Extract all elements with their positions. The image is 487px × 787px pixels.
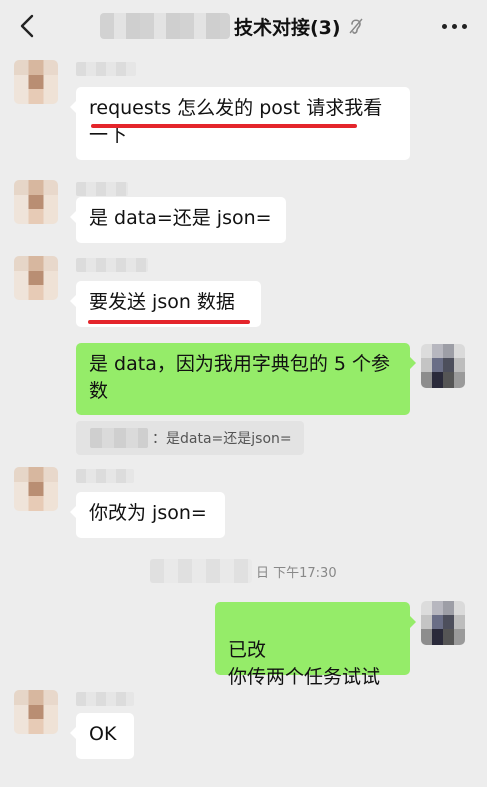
sender-nickname: [76, 258, 148, 272]
blurred-quote-sender: [90, 428, 148, 448]
sender-nickname: [76, 469, 134, 483]
mute-ear-icon: [349, 18, 363, 34]
chat-title-area: 技术对接(3): [100, 12, 365, 40]
message-text: 要发送 json 数据: [89, 291, 235, 313]
sender-nickname: [76, 62, 136, 76]
sender-nickname: [76, 182, 128, 196]
blurred-group-name: [100, 13, 230, 39]
avatar[interactable]: [14, 180, 58, 224]
avatar[interactable]: [14, 690, 58, 734]
timestamp-text: 日 下午17:30: [256, 565, 337, 581]
chat-header: 技术对接(3): [0, 0, 487, 50]
red-underline-annotation: [91, 124, 357, 128]
sender-nickname: [76, 692, 134, 706]
message-bubble[interactable]: 你改为 json=: [70, 492, 225, 538]
page-title: 技术对接(3): [234, 16, 341, 39]
avatar[interactable]: [14, 256, 58, 300]
more-options-icon[interactable]: [439, 14, 469, 38]
my-avatar[interactable]: [421, 601, 465, 645]
message-text: 已改 你传两个任务试试: [228, 639, 381, 688]
quote-text: ：是data=还是json=: [152, 431, 292, 447]
message-text: 你改为 json=: [89, 502, 207, 524]
message-bubble-self[interactable]: 已改 你传两个任务试试: [215, 602, 416, 688]
my-avatar[interactable]: [421, 344, 465, 388]
blurred-date: [150, 559, 252, 583]
red-underline-annotation: [88, 320, 250, 324]
message-bubble[interactable]: OK: [70, 713, 134, 759]
timestamp: 日 下午17:30: [150, 558, 337, 584]
message-bubble[interactable]: 是 data=还是 json=: [70, 197, 286, 243]
message-text: 是 data，因为我用字典包的 5 个参数: [89, 353, 391, 402]
message-text: OK: [89, 723, 117, 745]
quoted-message[interactable]: ：是data=还是json=: [76, 421, 304, 455]
avatar[interactable]: [14, 467, 58, 511]
back-icon[interactable]: [14, 11, 42, 41]
message-text: requests 怎么发的 post 请求我看一下: [89, 97, 383, 146]
avatar[interactable]: [14, 60, 58, 104]
message-bubble-self[interactable]: 是 data，因为我用字典包的 5 个参数: [76, 343, 416, 415]
message-text: 是 data=还是 json=: [89, 207, 272, 229]
